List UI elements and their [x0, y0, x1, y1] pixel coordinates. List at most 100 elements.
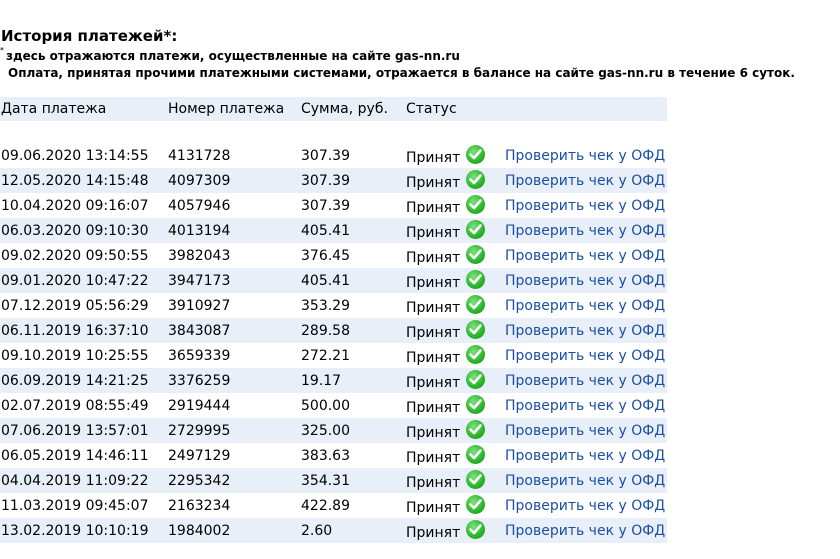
ofd-link-cell: Проверить чек у ОФД [504, 318, 667, 343]
note-line-1-text: здесь отражаются платежи, осуществленные… [6, 49, 460, 63]
check-receipt-ofd-link[interactable]: Проверить чек у ОФД [505, 473, 665, 489]
check-circle-icon [466, 320, 486, 339]
payment-status: Принят [405, 343, 504, 368]
ofd-link-cell: Проверить чек у ОФД [504, 493, 667, 518]
payment-number: 1984002 [167, 518, 300, 543]
payment-status: Принят [405, 518, 504, 543]
check-receipt-ofd-link[interactable]: Проверить чек у ОФД [505, 198, 665, 214]
check-receipt-ofd-link[interactable]: Проверить чек у ОФД [505, 448, 665, 464]
check-circle-icon [466, 345, 486, 364]
ofd-link-cell: Проверить чек у ОФД [504, 368, 667, 393]
check-receipt-ofd-link[interactable]: Проверить чек у ОФД [505, 498, 665, 514]
payment-date: 04.04.2019 11:09:22 [0, 468, 167, 493]
payment-status: Принят [405, 218, 504, 243]
payment-date: 02.07.2019 08:55:49 [1, 397, 149, 414]
payment-date: 10.04.2020 09:16:07 [1, 197, 149, 214]
table-row: 06.03.2020 09:10:30 4013194 405.41 Принят Пр… [0, 218, 667, 243]
check-circle-icon [466, 395, 486, 414]
payment-date: 09.02.2020 09:50:55 [1, 247, 149, 264]
status-label: Принят [406, 500, 461, 516]
check-circle-icon [466, 270, 486, 289]
table-row: 09.06.2020 13:14:55 4131728 307.39 Принят Пр… [0, 143, 667, 168]
status-label: Принят [406, 200, 461, 216]
table-row: 06.11.2019 16:37:10 3843087 289.58 Принят Пр… [0, 318, 667, 343]
payment-number: 4013194 [167, 218, 300, 243]
check-receipt-ofd-link[interactable]: Проверить чек у ОФД [505, 173, 665, 189]
payment-number: 3659339 [168, 347, 231, 364]
check-circle-icon [466, 445, 486, 464]
payment-status: Принят [405, 393, 504, 418]
payment-sum: 307.39 [301, 197, 350, 214]
ofd-link-cell: Проверить чек у ОФД [504, 343, 667, 368]
payment-status: Принят [405, 443, 504, 468]
status-label: Принят [406, 250, 461, 266]
column-header-link [504, 97, 667, 121]
status-label: Принят [406, 175, 461, 191]
payment-number: 2919444 [168, 397, 231, 414]
payment-status: Принят [405, 293, 504, 318]
table-row: 09.10.2019 10:25:55 3659339 272.21 Принят Пр… [0, 343, 667, 368]
table-row: 09.01.2020 10:47:22 3947173 405.41 Принят Пр… [0, 268, 667, 293]
status-label: Принят [406, 475, 461, 491]
status-label: Принят [406, 525, 461, 541]
table-row: 04.04.2019 11:09:22 2295342 354.31 Принят Пр… [0, 468, 667, 493]
payment-date: 06.03.2020 09:10:30 [0, 218, 167, 243]
check-circle-icon [466, 420, 486, 439]
payment-sum: 289.58 [300, 318, 405, 343]
note-asterisk: * [0, 46, 4, 55]
payments-table-body: 09.06.2020 13:14:55 4131728 307.39 Принят Пр… [0, 121, 667, 543]
check-receipt-ofd-link[interactable]: Проверить чек у ОФД [505, 223, 665, 239]
payment-date: 09.01.2020 10:47:22 [0, 268, 167, 293]
check-receipt-ofd-link[interactable]: Проверить чек у ОФД [505, 148, 665, 164]
table-row: 06.05.2019 14:46:11 2497129 383.63 Принят Пр… [0, 443, 667, 468]
check-circle-icon [466, 370, 486, 389]
status-label: Принят [406, 275, 461, 291]
check-circle-icon [466, 495, 486, 514]
ofd-link-cell: Проверить чек у ОФД [504, 293, 667, 318]
payment-sum: 376.45 [301, 247, 350, 264]
payment-date: 06.09.2019 14:21:25 [0, 368, 167, 393]
check-receipt-ofd-link[interactable]: Проверить чек у ОФД [505, 398, 665, 414]
ofd-link-cell: Проверить чек у ОФД [504, 168, 667, 193]
check-receipt-ofd-link[interactable]: Проверить чек у ОФД [505, 373, 665, 389]
spacer-row [0, 121, 667, 143]
note-line-1: * здесь отражаются платежи, осуществленны… [0, 46, 460, 63]
check-receipt-ofd-link[interactable]: Проверить чек у ОФД [505, 348, 665, 364]
payment-number: 2729995 [167, 418, 300, 443]
payment-sum: 272.21 [301, 347, 350, 364]
payment-sum: 354.31 [300, 468, 405, 493]
check-receipt-ofd-link[interactable]: Проверить чек у ОФД [505, 423, 665, 439]
check-circle-icon [466, 195, 486, 214]
ofd-link-cell: Проверить чек у ОФД [504, 468, 667, 493]
status-label: Принят [406, 425, 461, 441]
ofd-link-cell: Проверить чек у ОФД [504, 268, 667, 293]
check-receipt-ofd-link[interactable]: Проверить чек у ОФД [505, 273, 665, 289]
check-receipt-ofd-link[interactable]: Проверить чек у ОФД [505, 323, 665, 339]
payment-number: 3843087 [167, 318, 300, 343]
status-label: Принят [406, 150, 461, 166]
check-circle-icon [466, 295, 486, 314]
payment-number: 4057946 [168, 197, 231, 214]
status-label: Принят [406, 400, 461, 416]
check-receipt-ofd-link[interactable]: Проверить чек у ОФД [505, 298, 665, 314]
payment-number: 3376259 [167, 368, 300, 393]
payment-sum: 422.89 [301, 497, 350, 514]
ofd-link-cell: Проверить чек у ОФД [504, 218, 667, 243]
payment-date: 11.03.2019 09:45:07 [1, 497, 149, 514]
payment-number: 2497129 [168, 447, 231, 464]
status-label: Принят [406, 325, 461, 341]
column-header-date: Дата платежа [0, 97, 167, 121]
status-label: Принят [406, 300, 461, 316]
check-circle-icon [466, 245, 486, 264]
check-receipt-ofd-link[interactable]: Проверить чек у ОФД [505, 248, 665, 264]
ofd-link-cell: Проверить чек у ОФД [504, 418, 667, 443]
payment-status: Принят [405, 243, 504, 268]
ofd-link-cell: Проверить чек у ОФД [504, 193, 667, 218]
table-row: 13.02.2019 10:10:19 1984002 2.60 Принят Пров… [0, 518, 667, 543]
payment-status: Принят [405, 468, 504, 493]
payment-date: 07.12.2019 05:56:29 [1, 297, 149, 314]
payment-status: Принят [405, 493, 504, 518]
check-receipt-ofd-link[interactable]: Проверить чек у ОФД [505, 523, 665, 539]
payment-sum: 325.00 [300, 418, 405, 443]
check-circle-icon [466, 145, 486, 164]
